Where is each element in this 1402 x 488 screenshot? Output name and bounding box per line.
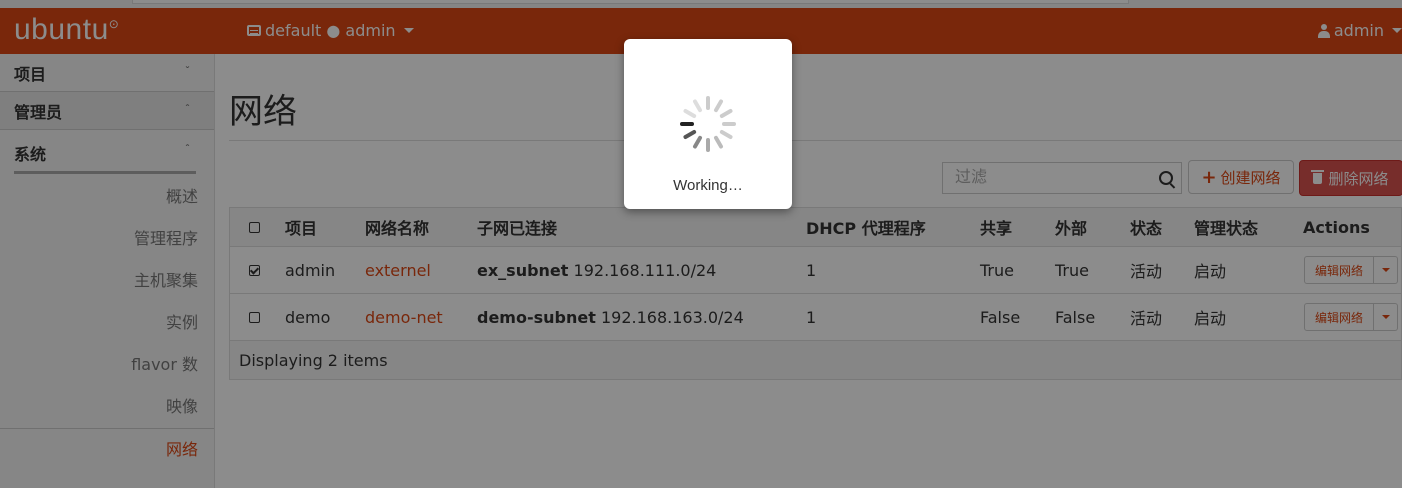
loading-modal: Working… [624,39,792,209]
loading-text: Working… [673,177,743,194]
